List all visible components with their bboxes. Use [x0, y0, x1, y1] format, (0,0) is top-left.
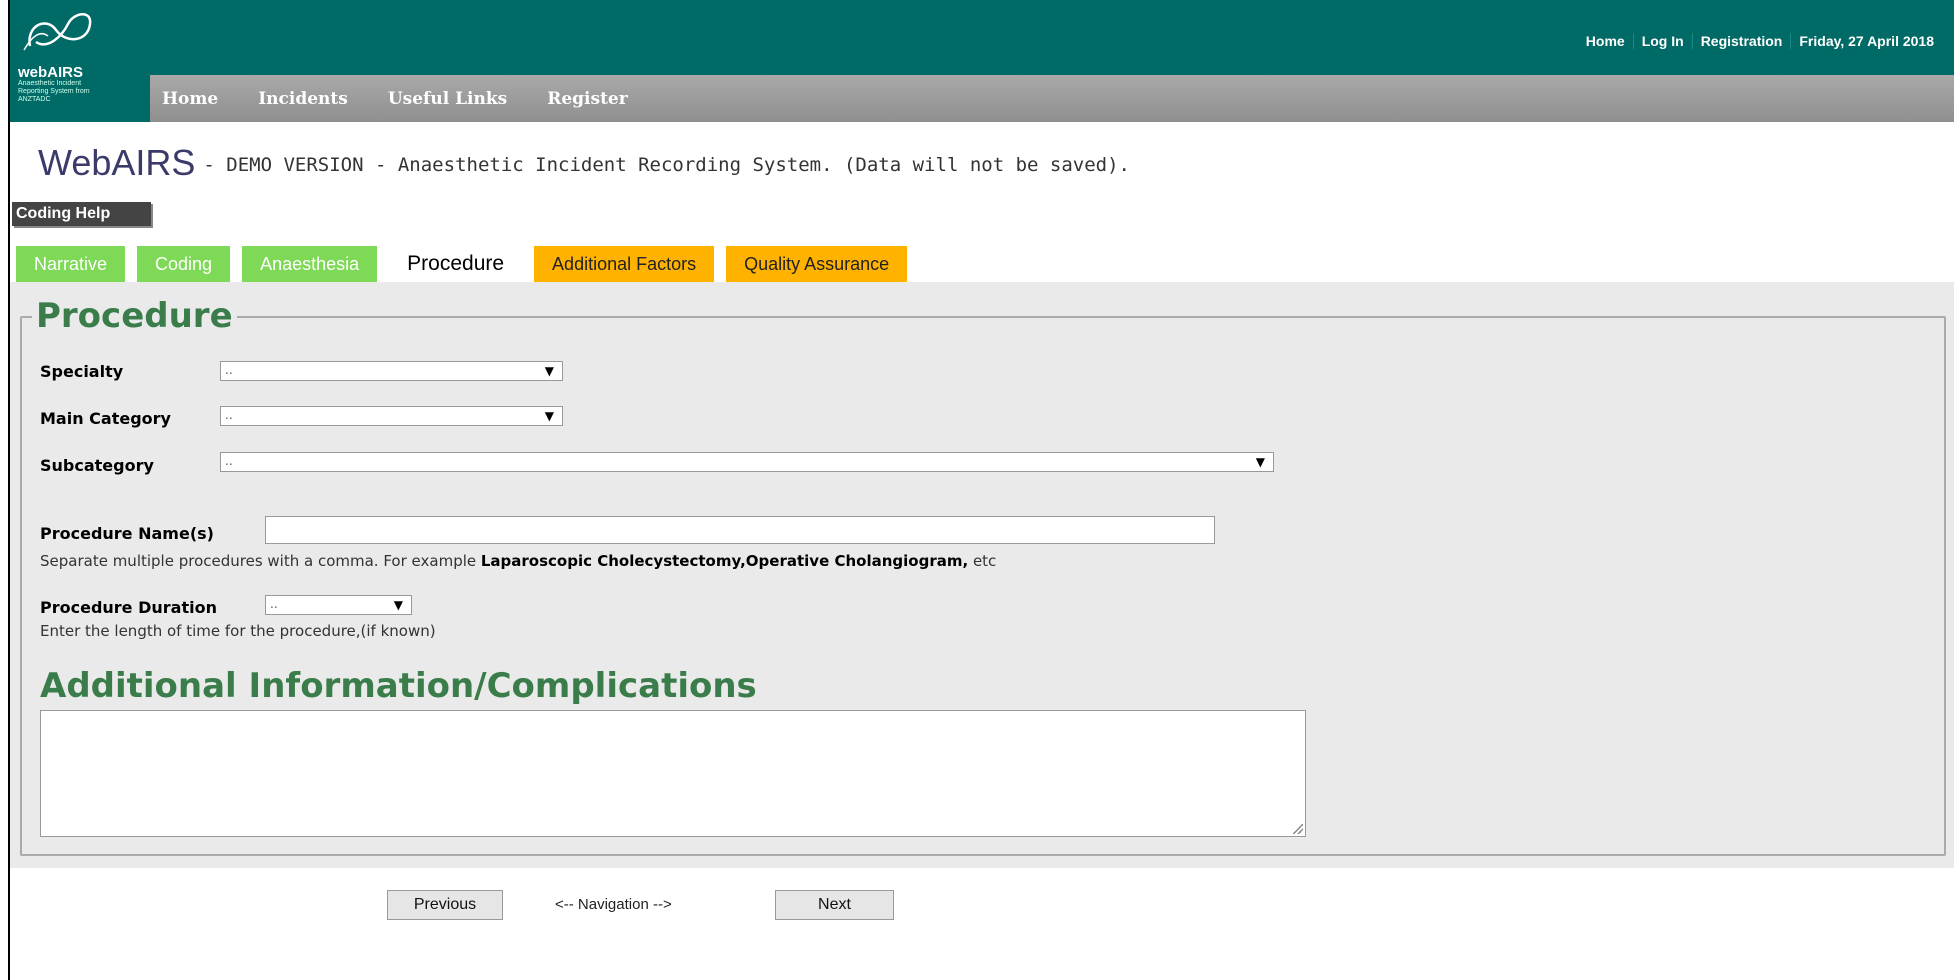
- tab-bar: Narrative Coding Anaesthesia Procedure A…: [16, 246, 919, 282]
- subcategory-select[interactable]: .. ▼: [220, 452, 1274, 472]
- header-bar: Home Log In Registration Friday, 27 Apri…: [10, 0, 1954, 75]
- additional-info-heading: Additional Information/Complications: [40, 666, 757, 706]
- logo-text: webAIRS: [18, 64, 84, 81]
- additional-info-textarea[interactable]: [40, 710, 1306, 837]
- page-title: WebAIRS - DEMO VERSION - Anaesthetic Inci…: [38, 142, 1130, 184]
- tab-procedure[interactable]: Procedure: [389, 246, 523, 282]
- procedure-help-example: Laparoscopic Cholecystectomy,Operative C…: [480, 552, 969, 570]
- specialty-label: Specialty: [40, 362, 124, 381]
- triangle-down-icon: ▼: [544, 364, 554, 378]
- main-category-label: Main Category: [40, 409, 171, 428]
- procedure-name-input[interactable]: [265, 516, 1215, 544]
- tab-coding[interactable]: Coding: [137, 246, 231, 282]
- infinity-logo-icon: [23, 13, 92, 51]
- main-nav: Home Incidents Useful Links Register: [150, 75, 1954, 122]
- main-category-select[interactable]: .. ▼: [220, 406, 563, 426]
- nav-incidents[interactable]: Incidents: [258, 89, 348, 109]
- current-date: Friday, 27 April 2018: [1790, 33, 1942, 49]
- coding-help-button[interactable]: Coding Help: [12, 202, 151, 226]
- procedure-help-suffix: etc: [968, 552, 997, 570]
- subcategory-label: Subcategory: [40, 456, 154, 475]
- procedure-legend: Procedure: [32, 296, 237, 336]
- nav-register[interactable]: Register: [547, 89, 627, 109]
- page-subtitle: - DEMO VERSION - Anaesthetic Incident Re…: [203, 154, 1130, 176]
- main-category-value: ..: [225, 408, 233, 422]
- procedure-name-label: Procedure Name(s): [40, 524, 214, 543]
- tab-additional-factors[interactable]: Additional Factors: [534, 246, 715, 282]
- procedure-duration-value: ..: [270, 597, 278, 611]
- triangle-down-icon: ▼: [544, 409, 554, 423]
- tab-narrative[interactable]: Narrative: [16, 246, 126, 282]
- procedure-duration-label: Procedure Duration: [40, 598, 217, 617]
- specialty-select[interactable]: .. ▼: [220, 361, 563, 381]
- top-link-home[interactable]: Home: [1578, 33, 1633, 49]
- top-link-registration[interactable]: Registration: [1691, 33, 1791, 49]
- top-link-login[interactable]: Log In: [1632, 33, 1692, 49]
- logo[interactable]: webAIRS Anaesthetic Incident Reporting S…: [10, 0, 150, 122]
- tab-anaesthesia[interactable]: Anaesthesia: [242, 246, 378, 282]
- subcategory-value: ..: [225, 454, 233, 468]
- page-title-main: WebAIRS: [38, 142, 196, 183]
- procedure-duration-select[interactable]: .. ▼: [265, 595, 412, 615]
- procedure-name-help: Separate multiple procedures with a comm…: [40, 552, 996, 570]
- specialty-value: ..: [225, 363, 233, 377]
- tab-quality-assurance[interactable]: Quality Assurance: [726, 246, 908, 282]
- nav-useful-links[interactable]: Useful Links: [388, 89, 507, 109]
- nav-home[interactable]: Home: [162, 89, 218, 109]
- triangle-down-icon: ▼: [393, 598, 403, 612]
- logo-subtitle: Anaesthetic Incident Reporting System fr…: [18, 80, 90, 103]
- resize-grip-icon[interactable]: [1293, 824, 1303, 834]
- next-button[interactable]: Next: [775, 890, 894, 920]
- top-links: Home Log In Registration Friday, 27 Apri…: [1578, 33, 1942, 49]
- previous-button[interactable]: Previous: [387, 890, 503, 920]
- navigation-label: <-- Navigation -->: [555, 896, 672, 913]
- triangle-down-icon: ▼: [1255, 455, 1265, 469]
- procedure-duration-help: Enter the length of time for the procedu…: [40, 622, 436, 640]
- procedure-help-prefix: Separate multiple procedures with a comm…: [40, 552, 481, 570]
